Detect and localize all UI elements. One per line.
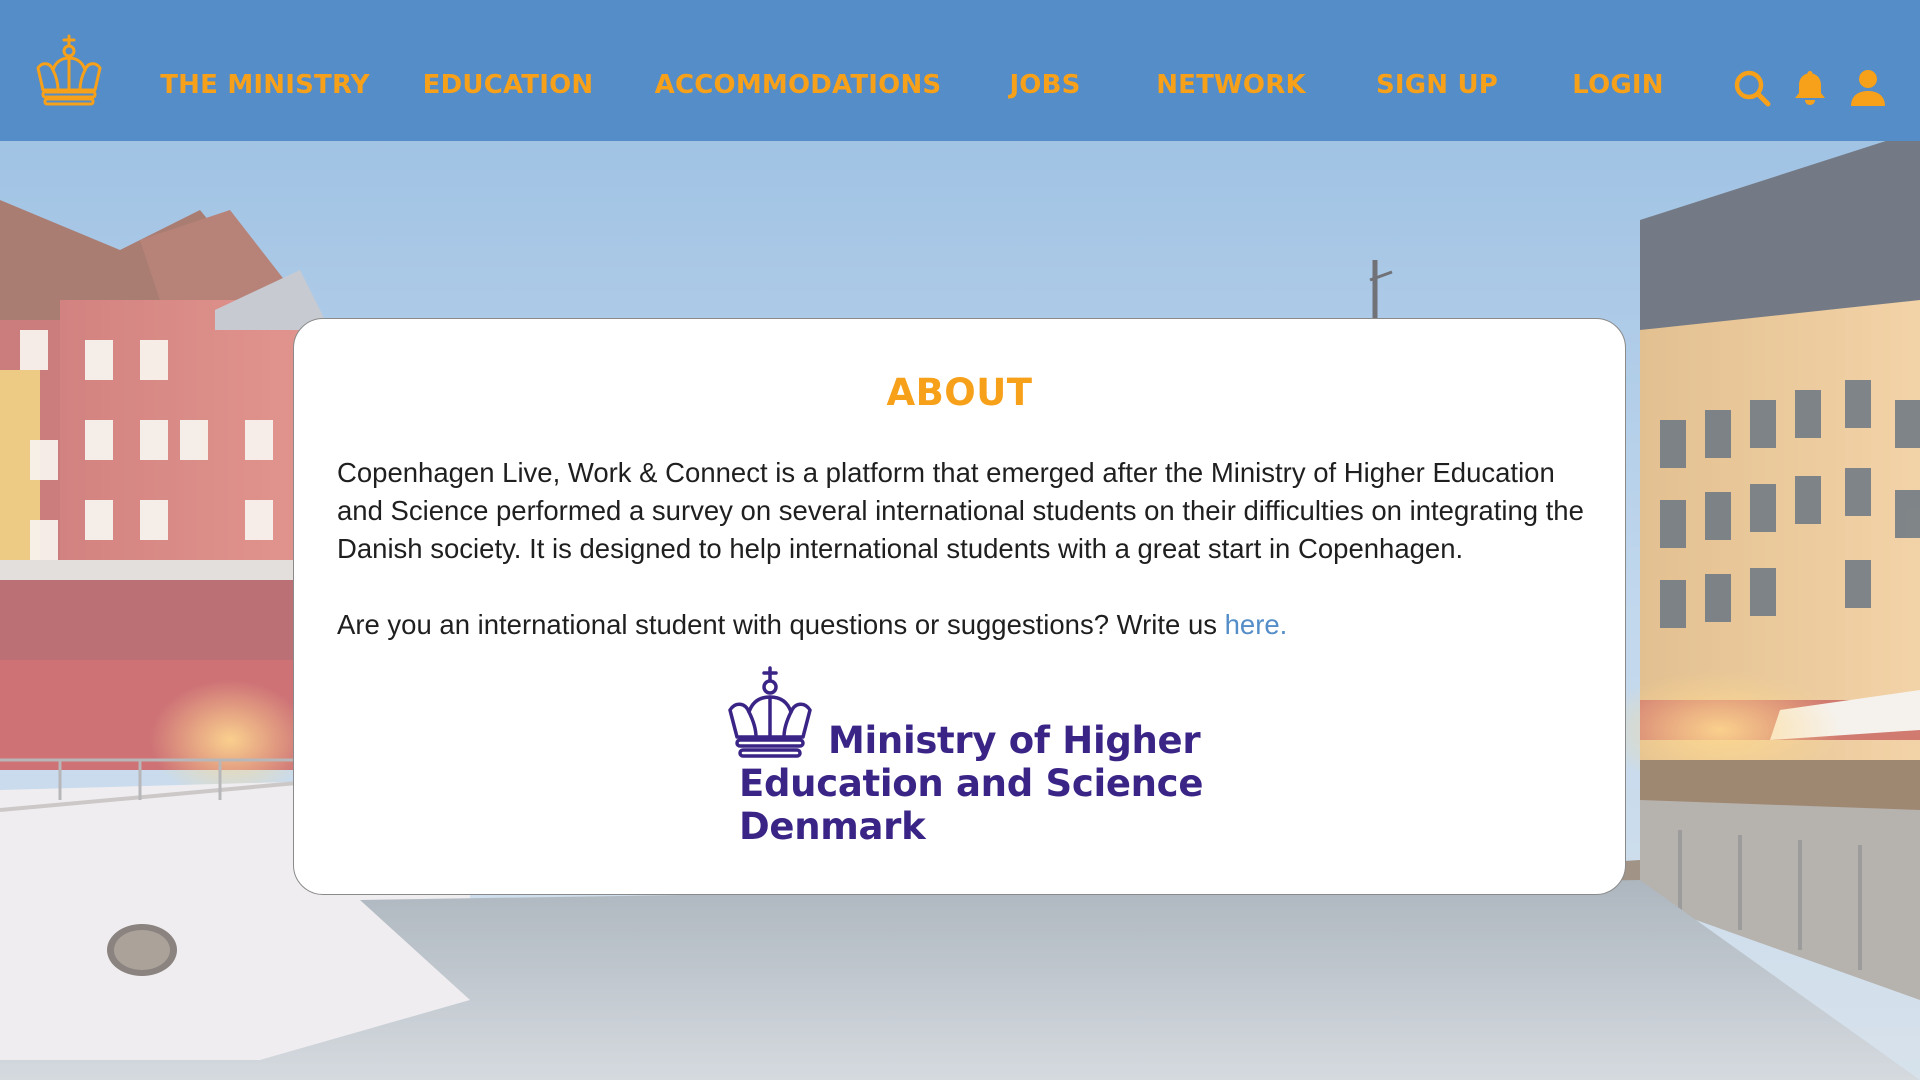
search-icon[interactable] (1732, 68, 1772, 108)
contact-here-link[interactable]: here. (1225, 609, 1288, 640)
ministry-logo-line-3: Denmark (739, 805, 926, 848)
contact-text: Are you an international student with qu… (337, 609, 1225, 640)
nav-item-accommodations[interactable]: ACCOMMODATIONS (655, 70, 942, 100)
ministry-logo-line-2: Education and Science (739, 762, 1204, 805)
nav-item-sign-up[interactable]: SIGN UP (1376, 70, 1498, 100)
top-navigation-bar: THE MINISTRY EDUCATION ACCOMMODATIONS JO… (0, 0, 1920, 141)
about-title: ABOUT (886, 371, 1033, 414)
ministry-logo: Ministry of Higher Education and Science… (724, 666, 1224, 866)
user-icon[interactable] (1848, 68, 1888, 108)
nav-item-jobs[interactable]: JOBS (1009, 70, 1080, 100)
main-nav: THE MINISTRY EDUCATION ACCOMMODATIONS JO… (0, 0, 1920, 141)
about-paragraph: Copenhagen Live, Work & Connect is a pla… (337, 457, 1584, 564)
nav-item-the-ministry[interactable]: THE MINISTRY (160, 70, 370, 100)
about-body: Copenhagen Live, Work & Connect is a pla… (337, 454, 1599, 644)
nav-item-login[interactable]: LOGIN (1572, 70, 1664, 100)
nav-item-network[interactable]: NETWORK (1156, 70, 1306, 100)
about-card: ABOUT Copenhagen Live, Work & Connect is… (293, 318, 1626, 895)
nav-item-education[interactable]: EDUCATION (423, 70, 594, 100)
contact-paragraph: Are you an international student with qu… (337, 606, 1599, 644)
bell-icon[interactable] (1790, 68, 1830, 108)
ministry-crown-icon (724, 666, 816, 760)
ministry-logo-line-1: Ministry of Higher (828, 719, 1201, 762)
